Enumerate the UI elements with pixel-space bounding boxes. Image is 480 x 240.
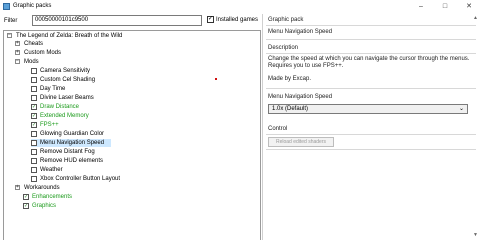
tree-item-label: Remove Distant Fog <box>40 149 95 155</box>
collapse-icon[interactable]: − <box>15 59 20 64</box>
scroll-down-icon[interactable]: ▼ <box>473 232 478 238</box>
tree-item-label: Custom Mods <box>24 50 62 56</box>
graphic-pack-tree: − The Legend of Zelda: Breath of the Wil… <box>3 30 261 240</box>
made-by-text: Made by Excap. <box>268 76 312 82</box>
tree-item-custom-cel-shading[interactable]: Custom Cel Shading <box>31 76 231 84</box>
checkbox[interactable] <box>31 68 37 74</box>
red-marker <box>215 78 217 80</box>
filter-input[interactable]: 00050000101c9500 <box>32 15 202 26</box>
checkbox-checked[interactable]: ✓ <box>23 203 29 209</box>
tree-item-custom-mods[interactable]: + Custom Mods <box>15 49 255 57</box>
filter-label: Filter <box>4 18 18 24</box>
title-bar: Graphic packs – □ ✕ <box>0 0 480 14</box>
collapse-icon[interactable]: − <box>7 33 12 38</box>
tree-item-graphics[interactable]: ✓ Graphics <box>23 202 253 210</box>
app-icon <box>3 3 10 10</box>
checkbox[interactable] <box>31 86 37 92</box>
tree-item-camera-sensitivity[interactable]: Camera Sensitivity <box>31 67 231 75</box>
checkbox[interactable] <box>31 95 37 101</box>
checkbox[interactable] <box>31 176 37 182</box>
checkbox[interactable] <box>31 167 37 173</box>
tree-item-label: Graphics <box>32 203 57 209</box>
tree-item-draw-distance[interactable]: ✓ Draw Distance <box>31 103 231 111</box>
reload-shaders-button[interactable]: Reload edited shaders <box>268 137 334 147</box>
tree-item-xbox-controller-button-layout[interactable]: Xbox Controller Button Layout <box>31 175 231 183</box>
tree-item-label: Divine Laser Beams <box>40 95 94 101</box>
tree-item-extended-memory[interactable]: ✓ Extended Memory <box>31 112 231 120</box>
tree-item-label: Workarounds <box>24 185 60 191</box>
preset-heading: Menu Navigation Speed <box>268 94 333 100</box>
checkbox-checked[interactable]: ✓ <box>31 113 37 119</box>
details-scrollbar[interactable]: ▲ ▼ <box>472 14 479 240</box>
checkbox-checked[interactable]: ✓ <box>31 104 37 110</box>
expand-icon[interactable]: + <box>15 185 20 190</box>
installed-games-checkbox[interactable]: ✓ <box>207 16 214 23</box>
minimize-button[interactable]: – <box>414 0 428 14</box>
checkbox[interactable] <box>31 158 37 164</box>
checkbox[interactable] <box>31 131 37 137</box>
tree-item-cheats[interactable]: + Cheats <box>15 40 255 48</box>
expand-icon[interactable]: + <box>15 41 20 46</box>
checkbox-checked[interactable]: ✓ <box>31 122 37 128</box>
checkbox-checked[interactable]: ✓ <box>23 194 29 200</box>
tree-item-day-time[interactable]: Day Time <box>31 85 231 93</box>
tree-item-label: Mods <box>24 59 39 65</box>
checkbox[interactable] <box>31 149 37 155</box>
tree-item-label: Day Time <box>40 86 66 92</box>
control-heading: Control <box>268 126 288 132</box>
tree-item-label: Glowing Guardian Color <box>40 131 105 137</box>
tree-item-label: The Legend of Zelda: Breath of the Wild <box>16 33 123 39</box>
window-title: Graphic packs <box>13 3 52 9</box>
tree-item-divine-laser-beams[interactable]: Divine Laser Beams <box>31 94 231 102</box>
tree-item-label: Draw Distance <box>40 104 80 110</box>
tree-item-label: Enhancements <box>32 194 73 200</box>
tree-item-label: Weather <box>40 167 63 173</box>
tree-item-glowing-guardian-color[interactable]: Glowing Guardian Color <box>31 130 231 138</box>
tree-item-mods[interactable]: − Mods <box>15 58 255 66</box>
expand-icon[interactable]: + <box>15 50 20 55</box>
tree-item-label: Custom Cel Shading <box>40 77 96 83</box>
checkbox[interactable] <box>31 140 37 146</box>
tree-item-menu-navigation-speed[interactable]: Menu Navigation Speed <box>31 139 111 147</box>
installed-games-label: Installed games <box>216 17 259 23</box>
pane-splitter[interactable] <box>262 14 263 240</box>
tree-item-weather[interactable]: Weather <box>31 166 231 174</box>
tree-item-remove-distant-fog[interactable]: Remove Distant Fog <box>31 148 231 156</box>
description-line-1: Change the speed at which you can naviga… <box>268 56 470 62</box>
tree-item-label: Extended Memory <box>40 113 89 119</box>
close-button[interactable]: ✕ <box>462 0 476 14</box>
scroll-up-icon[interactable]: ▲ <box>473 15 478 21</box>
tree-item-root[interactable]: − The Legend of Zelda: Breath of the Wil… <box>7 32 257 40</box>
tree-item-label: Camera Sensitivity <box>40 68 91 74</box>
graphic-pack-heading: Graphic pack <box>268 17 304 23</box>
tree-item-remove-hud-elements[interactable]: Remove HUD elements <box>31 157 231 165</box>
description-line-2: Requires you to use FPS++. <box>268 63 344 69</box>
maximize-button[interactable]: □ <box>438 0 452 14</box>
tree-item-fps[interactable]: ✓ FPS++ <box>31 121 231 129</box>
description-heading: Description <box>268 45 299 51</box>
preset-select-value: 1.0x (Default) <box>272 106 309 112</box>
tree-item-label: Menu Navigation Speed <box>40 140 105 146</box>
chevron-down-icon: ⌄ <box>458 106 464 112</box>
tree-item-label: Remove HUD elements <box>40 158 104 164</box>
tree-item-label: Cheats <box>24 41 44 47</box>
graphic-pack-name: Menu Navigation Speed <box>268 29 333 35</box>
tree-item-enhancements[interactable]: ✓ Enhancements <box>23 193 253 201</box>
tree-item-label: FPS++ <box>40 122 59 128</box>
checkbox[interactable] <box>31 77 37 83</box>
tree-item-label: Xbox Controller Button Layout <box>40 176 121 182</box>
preset-select[interactable]: 1.0x (Default) ⌄ <box>268 104 468 114</box>
tree-item-workarounds[interactable]: + Workarounds <box>15 184 255 192</box>
